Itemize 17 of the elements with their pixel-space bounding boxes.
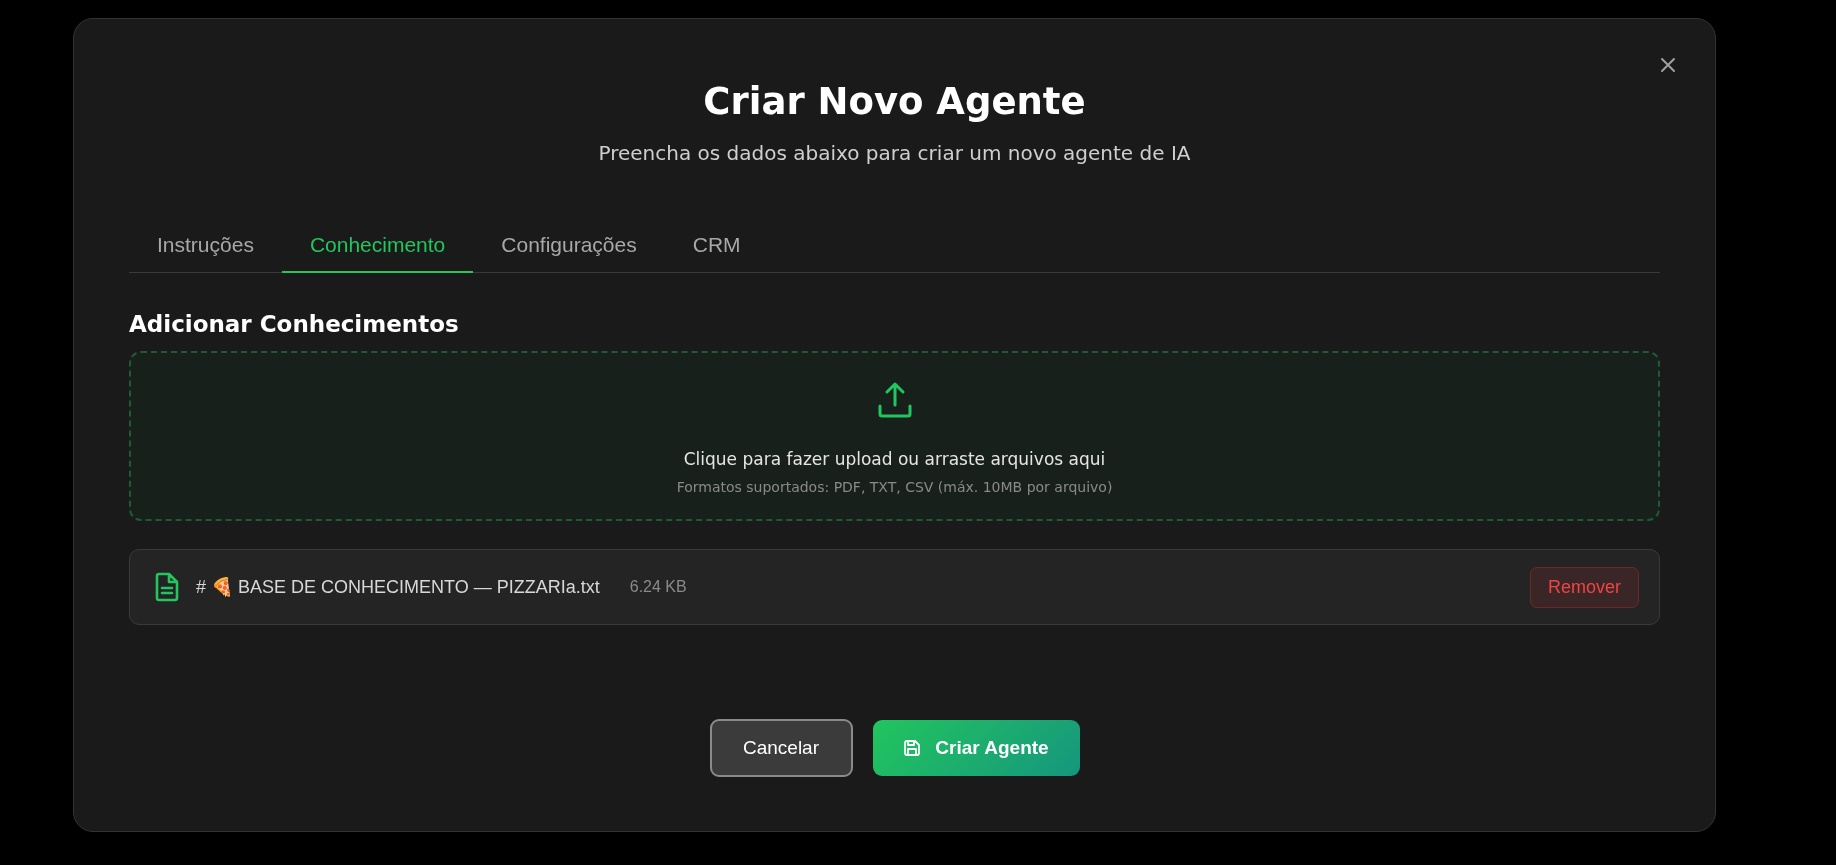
remove-button[interactable]: Remover xyxy=(1529,566,1639,608)
dialog-subtitle: Preencha os dados abaixo para criar um novo agente de IA xyxy=(597,140,1192,167)
save-icon xyxy=(903,739,922,757)
tab[interactable]: Conhecimento xyxy=(281,223,474,273)
section-title: Adicionar Conhecimentos xyxy=(129,311,460,337)
cancel-button[interactable]: Cancelar xyxy=(709,719,853,777)
tab[interactable]: CRM xyxy=(664,223,769,273)
tab[interactable]: Instruções xyxy=(129,223,282,273)
file-name: # 🍕 BASE DE CONHECIMENTO — PIZZARIa.txt xyxy=(196,576,600,598)
upload-icon xyxy=(876,381,913,419)
upload-dropzone[interactable]: Clique para fazer upload ou arraste arquivos aqui Formatos suportados: PDF, TXT, CSV (máx. 10MB por arquivo) xyxy=(129,351,1660,521)
file-icon xyxy=(154,572,180,602)
file-size: 6.24 KB xyxy=(629,578,687,596)
dialog-title: Criar Novo Agente xyxy=(702,79,1087,125)
upload-hint: Formatos suportados: PDF, TXT, CSV (máx. 10MB por arquivo) xyxy=(676,479,1113,495)
upload-prompt: Clique para fazer upload ou arraste arquivos aqui xyxy=(683,449,1106,469)
tab[interactable]: Configurações xyxy=(473,223,665,273)
